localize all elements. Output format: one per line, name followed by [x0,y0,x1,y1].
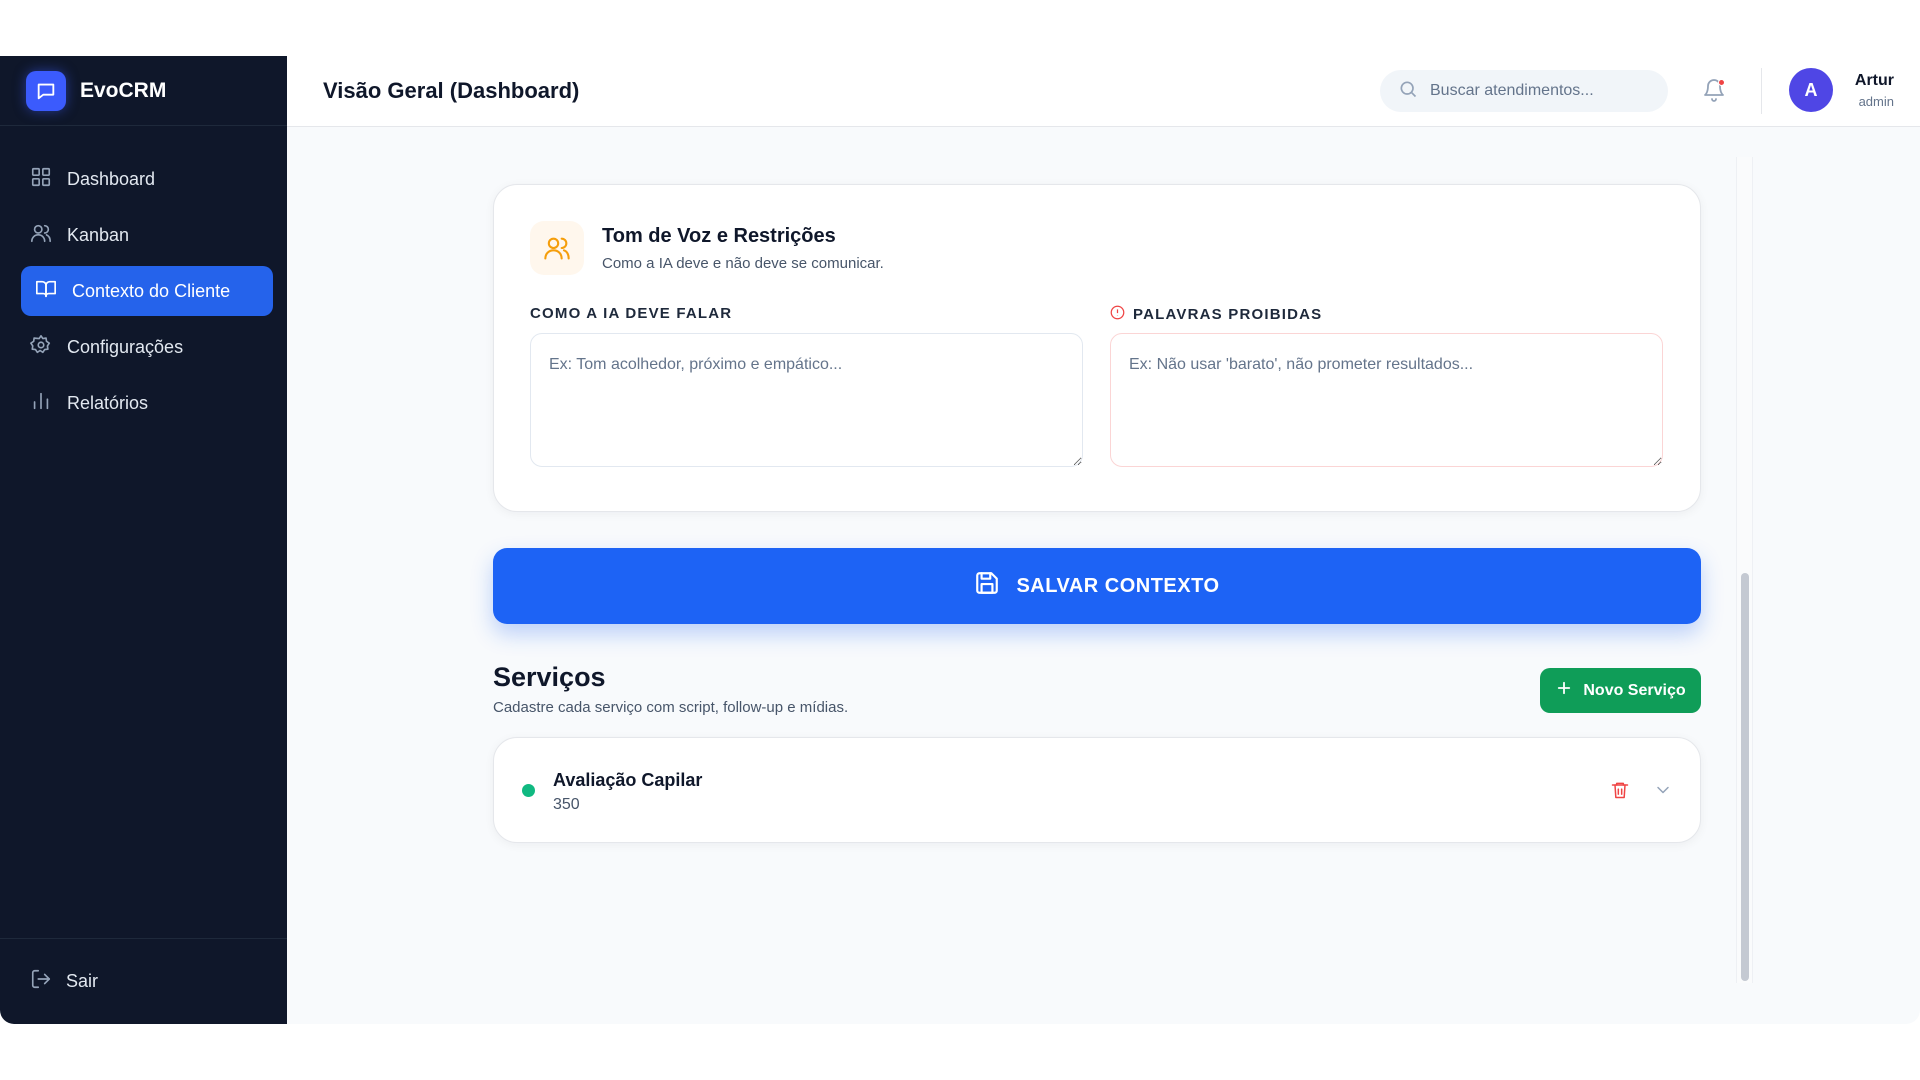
logout-icon [30,968,52,995]
bar-chart-icon [30,390,52,417]
service-name: Avaliação Capilar [553,770,703,790]
search-box [1380,70,1668,112]
search-input[interactable] [1430,82,1650,100]
forbidden-label-text: PALAVRAS PROIBIDAS [1133,306,1323,323]
speak-label-text: COMO A IA DEVE FALAR [530,305,733,322]
sidebar-item-label: Contexto do Cliente [72,280,231,301]
tone-title: Tom de Voz e Restrições [602,225,836,247]
header-divider [1761,68,1762,114]
services-title: Serviços [493,662,606,692]
alert-circle-icon [1110,305,1133,324]
sidebar-item-contexto-do-cliente[interactable]: Contexto do Cliente [21,266,273,316]
chevron-down-icon[interactable] [1653,780,1673,800]
sidebar-item-relatorios[interactable]: Relatórios [21,378,273,428]
forbidden-textarea[interactable] [1110,333,1663,467]
service-item[interactable]: Avaliação Capilar 350 [493,737,1701,843]
notification-dot [1718,79,1725,86]
search-icon [1398,79,1418,104]
sidebar-item-label: Dashboard [67,168,156,189]
sidebar-item-label: Relatórios [67,392,149,413]
avatar[interactable]: A [1789,68,1833,112]
sidebar-item-configuracoes[interactable]: Configurações [21,322,273,372]
new-service-label: Novo Serviço [1583,681,1686,699]
scrollbar-thumb[interactable] [1741,573,1749,981]
book-icon [35,278,57,305]
tone-card: Tom de Voz e Restrições Como a IA deve e… [493,184,1701,512]
gear-icon [30,334,52,361]
forbidden-label: PALAVRAS PROIBIDAS [1110,305,1322,324]
status-dot [522,784,535,797]
brand: EvoCRM [0,56,287,126]
brand-name: EvoCRM [80,78,167,102]
sidebar-item-dashboard[interactable]: Dashboard [21,154,273,204]
service-price: 350 [553,796,580,813]
save-icon [974,570,1016,602]
trash-icon[interactable] [1610,780,1630,800]
logout-button[interactable]: Sair [0,938,287,1024]
speak-label: COMO A IA DEVE FALAR [530,305,732,322]
chat-icon [26,70,66,111]
save-context-button[interactable]: SALVAR CONTEXTO [493,548,1701,624]
bell-icon [1702,79,1726,106]
sidebar-nav: Dashboard Kanban Contexto do Cliente Con… [0,126,287,428]
top-header: Visão Geral (Dashboard) A Artur admin [287,56,1920,127]
user-name: Artur [1854,72,1894,89]
user-role: admin [1858,94,1894,109]
sidebar-item-label: Kanban [67,224,130,245]
services-subtitle: Cadastre cada serviço com script, follow… [493,699,849,716]
save-button-label: SALVAR CONTEXTO [1016,574,1220,597]
logout-label: Sair [66,971,99,991]
tone-subtitle: Como a IA deve e não deve se comunicar. [602,255,884,272]
sidebar: EvoCRM Dashboard Kanban Contexto do Clie… [0,56,287,1024]
notifications-button[interactable] [1702,78,1728,104]
sidebar-item-kanban[interactable]: Kanban [21,210,273,260]
app-window: EvoCRM Dashboard Kanban Contexto do Clie… [0,56,1920,1024]
grid-icon [30,166,52,193]
new-service-button[interactable]: Novo Serviço [1540,668,1701,713]
plus-icon [1555,679,1583,702]
scrollbar[interactable] [1736,157,1753,983]
speak-textarea[interactable] [530,333,1083,467]
sidebar-item-label: Configurações [67,336,184,357]
users-icon [530,221,584,275]
main-content: Tom de Voz e Restrições Como a IA deve e… [287,127,1920,1024]
page-title: Visão Geral (Dashboard) [323,78,580,103]
users-icon [30,222,52,249]
